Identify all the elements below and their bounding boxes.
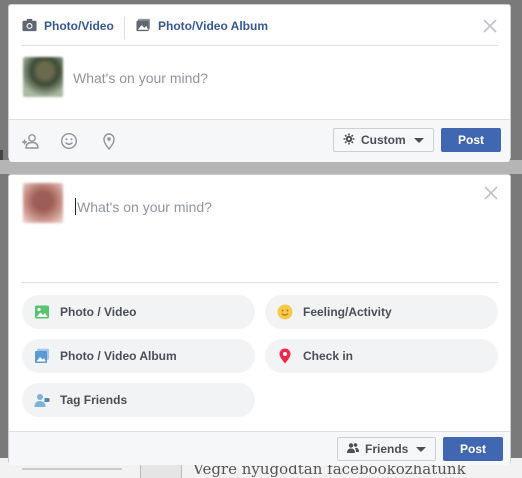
chevron-down-icon bbox=[413, 137, 424, 143]
background-strip bbox=[0, 160, 522, 174]
photo-album-icon bbox=[136, 18, 151, 35]
composer-expanded: What's on your mind? Photo / Video Feeli… bbox=[8, 174, 511, 465]
friends-icon bbox=[347, 442, 359, 457]
gear-icon bbox=[343, 133, 355, 148]
action-photo-video-album[interactable]: Photo / Video Album bbox=[22, 339, 255, 373]
tab-photo-video[interactable]: Photo/Video bbox=[22, 17, 114, 35]
privacy-selector[interactable]: Friends bbox=[337, 437, 437, 461]
tab-photo-video-label: Photo/Video bbox=[44, 19, 114, 33]
background-marker bbox=[0, 150, 3, 160]
action-photo-video[interactable]: Photo / Video bbox=[22, 295, 255, 329]
camera-icon bbox=[22, 18, 37, 35]
tag-people-icon[interactable] bbox=[21, 132, 39, 150]
privacy-selector[interactable]: Custom bbox=[333, 128, 434, 152]
tab-photo-video-album[interactable]: Photo/Video Album bbox=[136, 17, 268, 35]
action-check-in[interactable]: Check in bbox=[265, 339, 498, 373]
post-button[interactable]: Post bbox=[443, 437, 503, 461]
smiley-icon bbox=[277, 304, 293, 320]
action-check-in-label: Check in bbox=[303, 349, 354, 363]
feeling-smiley-icon[interactable] bbox=[60, 132, 78, 150]
composer-collapsed: Photo/Video Photo/Video Album What's on … bbox=[8, 4, 511, 162]
composer-tabs: Photo/Video Photo/Video Album bbox=[9, 5, 510, 47]
status-input[interactable]: What's on your mind? bbox=[73, 70, 208, 86]
avatar bbox=[23, 183, 63, 223]
map-pin-icon bbox=[277, 348, 293, 364]
post-button[interactable]: Post bbox=[441, 128, 501, 152]
tab-photo-video-album-label: Photo/Video Album bbox=[158, 19, 268, 33]
album-icon bbox=[34, 348, 50, 364]
action-photo-video-label: Photo / Video bbox=[60, 305, 137, 319]
chevron-down-icon bbox=[416, 446, 427, 452]
tab-separator bbox=[124, 17, 125, 39]
avatar bbox=[23, 57, 63, 97]
text-cursor bbox=[75, 198, 76, 215]
privacy-label: Friends bbox=[365, 442, 409, 456]
action-tag-friends-label: Tag Friends bbox=[60, 393, 128, 407]
composer-divider bbox=[21, 45, 498, 46]
tag-friends-icon bbox=[34, 392, 50, 408]
close-icon[interactable] bbox=[482, 18, 498, 34]
privacy-label: Custom bbox=[361, 133, 406, 147]
action-feeling-activity[interactable]: Feeling/Activity bbox=[265, 295, 498, 329]
composer-divider bbox=[21, 282, 498, 283]
background-divider bbox=[22, 468, 122, 470]
action-tag-friends[interactable]: Tag Friends bbox=[22, 383, 255, 417]
close-icon[interactable] bbox=[483, 185, 499, 201]
status-input[interactable]: What's on your mind? bbox=[77, 199, 212, 215]
action-photo-video-album-label: Photo / Video Album bbox=[60, 349, 177, 363]
photo-icon bbox=[34, 304, 50, 320]
composer-footer: Friends Post bbox=[9, 431, 510, 465]
composer-footer: Custom Post bbox=[9, 119, 510, 162]
action-feeling-activity-label: Feeling/Activity bbox=[303, 305, 392, 319]
location-pin-icon[interactable] bbox=[100, 132, 118, 151]
